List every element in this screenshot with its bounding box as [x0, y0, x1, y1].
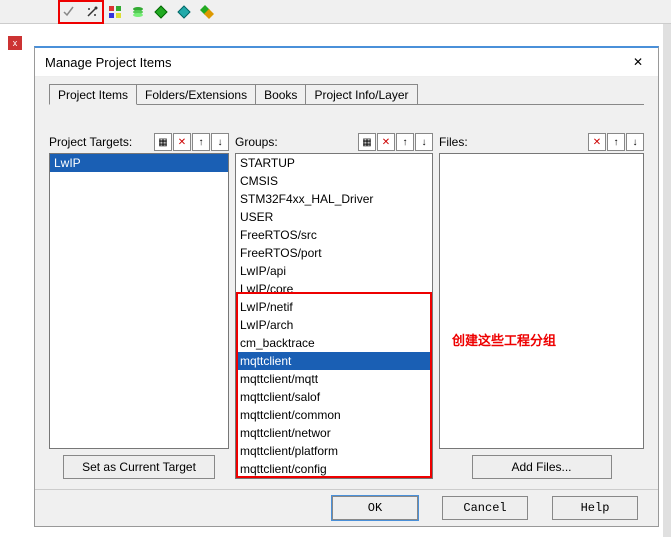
help-button[interactable]: Help	[552, 496, 638, 520]
tab-books[interactable]: Books	[255, 84, 306, 104]
list-item[interactable]: LwIP/arch	[236, 316, 432, 334]
add-files-button[interactable]: Add Files...	[472, 455, 612, 479]
app-toolbar	[0, 0, 671, 24]
dialog-titlebar: Manage Project Items ✕	[35, 48, 658, 77]
tab-project-info-layer[interactable]: Project Info/Layer	[305, 84, 417, 104]
boxes-icon[interactable]	[104, 1, 126, 23]
list-item[interactable]: LwIP/api	[236, 262, 432, 280]
files-delete-button[interactable]: ✕	[588, 133, 606, 151]
groups-column: Groups: ▦ ✕ ↑ ↓ STARTUPCMSISSTM32F4xx_HA…	[235, 131, 433, 479]
tab-project-items[interactable]: Project Items	[49, 84, 137, 105]
files-column: Files: ✕ ↑ ↓ 创建这些工程分组 Add Files...	[439, 131, 644, 479]
ok-button[interactable]: OK	[332, 496, 418, 520]
groups-up-button[interactable]: ↑	[396, 133, 414, 151]
panel-close-badge[interactable]: x	[8, 36, 22, 50]
tab-bar: Project Items Folders/Extensions Books P…	[49, 83, 644, 105]
list-item[interactable]: FreeRTOS/port	[236, 244, 432, 262]
list-item[interactable]: cm_backtrace	[236, 334, 432, 352]
manage-project-items-dialog: Manage Project Items ✕ Project Items Fol…	[34, 46, 659, 527]
project-targets-label: Project Targets:	[49, 135, 132, 149]
project-targets-listbox[interactable]: LwIP	[49, 153, 229, 449]
list-item[interactable]: FreeRTOS/src	[236, 226, 432, 244]
diamond-teal-icon[interactable]	[173, 1, 195, 23]
list-item[interactable]: mqttclient/platform	[236, 442, 432, 460]
targets-new-button[interactable]: ▦	[154, 133, 172, 151]
list-item[interactable]: mqttclient	[236, 352, 432, 370]
files-up-button[interactable]: ↑	[607, 133, 625, 151]
list-item[interactable]: mqttclient/common	[236, 406, 432, 424]
targets-delete-button[interactable]: ✕	[173, 133, 191, 151]
targets-down-button[interactable]: ↓	[211, 133, 229, 151]
list-item[interactable]: mqttclient/mqtt	[236, 370, 432, 388]
dialog-body: Project Items Folders/Extensions Books P…	[35, 77, 658, 489]
files-listbox[interactable]: 创建这些工程分组	[439, 153, 644, 449]
groups-delete-button[interactable]: ✕	[377, 133, 395, 151]
dialog-button-row: OK Cancel Help	[35, 489, 658, 526]
list-item[interactable]: mqttclient/config	[236, 460, 432, 478]
groups-down-button[interactable]: ↓	[415, 133, 433, 151]
files-label: Files:	[439, 135, 468, 149]
groups-listbox[interactable]: STARTUPCMSISSTM32F4xx_HAL_DriverUSERFree…	[235, 153, 433, 479]
files-down-button[interactable]: ↓	[626, 133, 644, 151]
list-item[interactable]: mqttclient/salof	[236, 388, 432, 406]
tab-folders-extensions[interactable]: Folders/Extensions	[136, 84, 256, 104]
list-item[interactable]: STM32F4xx_HAL_Driver	[236, 190, 432, 208]
cancel-button[interactable]: Cancel	[442, 496, 528, 520]
list-item[interactable]: mqttclient/networ	[236, 424, 432, 442]
set-as-current-target-button[interactable]: Set as Current Target	[63, 455, 215, 479]
diamond-green-icon[interactable]	[150, 1, 172, 23]
wand-icon[interactable]	[81, 1, 103, 23]
outer-right-strip	[663, 24, 671, 537]
list-item[interactable]: LwIP/core	[236, 280, 432, 298]
groups-new-button[interactable]: ▦	[358, 133, 376, 151]
list-item[interactable]: LwIP/netif	[236, 298, 432, 316]
list-item[interactable]: USER	[236, 208, 432, 226]
columns-area: Project Targets: ▦ ✕ ↑ ↓ LwIP Set as Cur…	[49, 131, 644, 479]
targets-up-button[interactable]: ↑	[192, 133, 210, 151]
list-item[interactable]: STARTUP	[236, 154, 432, 172]
annotation-text: 创建这些工程分组	[452, 330, 556, 349]
diamond-multi-icon[interactable]	[196, 1, 218, 23]
dialog-title: Manage Project Items	[45, 55, 171, 70]
list-item[interactable]: CMSIS	[236, 172, 432, 190]
groups-label: Groups:	[235, 135, 278, 149]
project-targets-column: Project Targets: ▦ ✕ ↑ ↓ LwIP Set as Cur…	[49, 131, 229, 479]
list-item[interactable]: LwIP	[50, 154, 228, 172]
check-icon[interactable]	[58, 1, 80, 23]
close-icon[interactable]: ✕	[628, 52, 648, 72]
stack-icon[interactable]	[127, 1, 149, 23]
